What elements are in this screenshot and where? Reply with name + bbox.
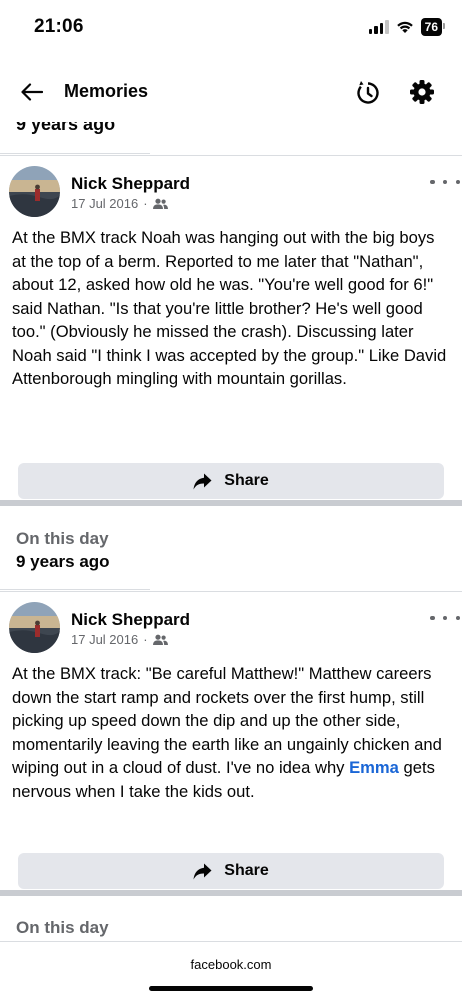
memories-history-button[interactable] <box>350 74 386 110</box>
post-author[interactable]: Nick Sheppard <box>71 610 190 630</box>
more-options-button[interactable] <box>430 172 460 192</box>
divider <box>0 589 150 590</box>
share-label: Share <box>224 472 269 489</box>
browser-bottom-bar: facebook.com <box>0 941 462 1001</box>
dot-icon <box>455 179 460 185</box>
post-meta: 17 Jul 2016 · <box>71 632 168 647</box>
gear-icon <box>410 80 434 104</box>
friends-icon <box>152 198 168 209</box>
share-button[interactable]: Share <box>18 853 444 889</box>
divider <box>0 153 150 154</box>
friends-icon <box>152 634 168 645</box>
memory-post: Nick Sheppard 17 Jul 2016 · At the BMX t… <box>0 156 462 500</box>
years-ago-label: 9 years ago <box>16 122 116 134</box>
dot-icon <box>455 615 460 621</box>
dot-icon <box>430 179 435 185</box>
dot-icon <box>430 615 435 621</box>
on-this-day-label: On this day <box>16 529 109 548</box>
share-button[interactable]: Share <box>18 463 444 499</box>
battery-indicator: 76 <box>420 18 446 36</box>
meta-separator: · <box>143 196 148 211</box>
on-this-day-label: On this day <box>16 918 109 937</box>
share-arrow-icon <box>193 473 212 489</box>
status-indicators: 76 <box>368 18 446 36</box>
section-separator <box>0 500 462 506</box>
post-author[interactable]: Nick Sheppard <box>71 174 190 194</box>
meta-separator: · <box>143 632 148 647</box>
app-header: Memories <box>0 60 462 122</box>
wifi-icon <box>396 21 413 33</box>
section-separator <box>0 890 462 896</box>
share-arrow-icon <box>193 863 212 879</box>
avatar[interactable] <box>9 602 60 653</box>
post-text: At the BMX track Noah was hanging out wi… <box>12 228 447 388</box>
share-label: Share <box>224 862 269 879</box>
domain-label[interactable]: facebook.com <box>0 957 462 972</box>
dot-icon <box>442 615 448 621</box>
post-meta: 17 Jul 2016 · <box>71 196 168 211</box>
settings-button[interactable] <box>404 74 440 110</box>
post-date[interactable]: 17 Jul 2016 <box>71 632 138 647</box>
mention-link[interactable]: Emma <box>349 758 399 777</box>
avatar[interactable] <box>9 166 60 217</box>
back-arrow-icon <box>21 83 43 101</box>
back-button[interactable] <box>14 74 50 110</box>
cellular-signal-icon <box>368 20 389 34</box>
more-options-button[interactable] <box>430 608 460 628</box>
home-indicator[interactable] <box>149 986 313 991</box>
dot-icon <box>442 179 448 185</box>
memory-post: Nick Sheppard 17 Jul 2016 · At the BMX t… <box>0 592 462 890</box>
post-text: At the BMX track: "Be careful Matthew!" … <box>12 662 452 803</box>
status-bar: 21:06 76 <box>0 0 462 56</box>
years-ago-label: 9 years ago <box>16 552 110 571</box>
memory-heading-partial: 9 years ago <box>0 122 462 140</box>
post-date[interactable]: 17 Jul 2016 <box>71 196 138 211</box>
page-title: Memories <box>64 81 149 101</box>
clock-history-icon <box>357 81 379 104</box>
status-time: 21:06 <box>34 16 84 37</box>
